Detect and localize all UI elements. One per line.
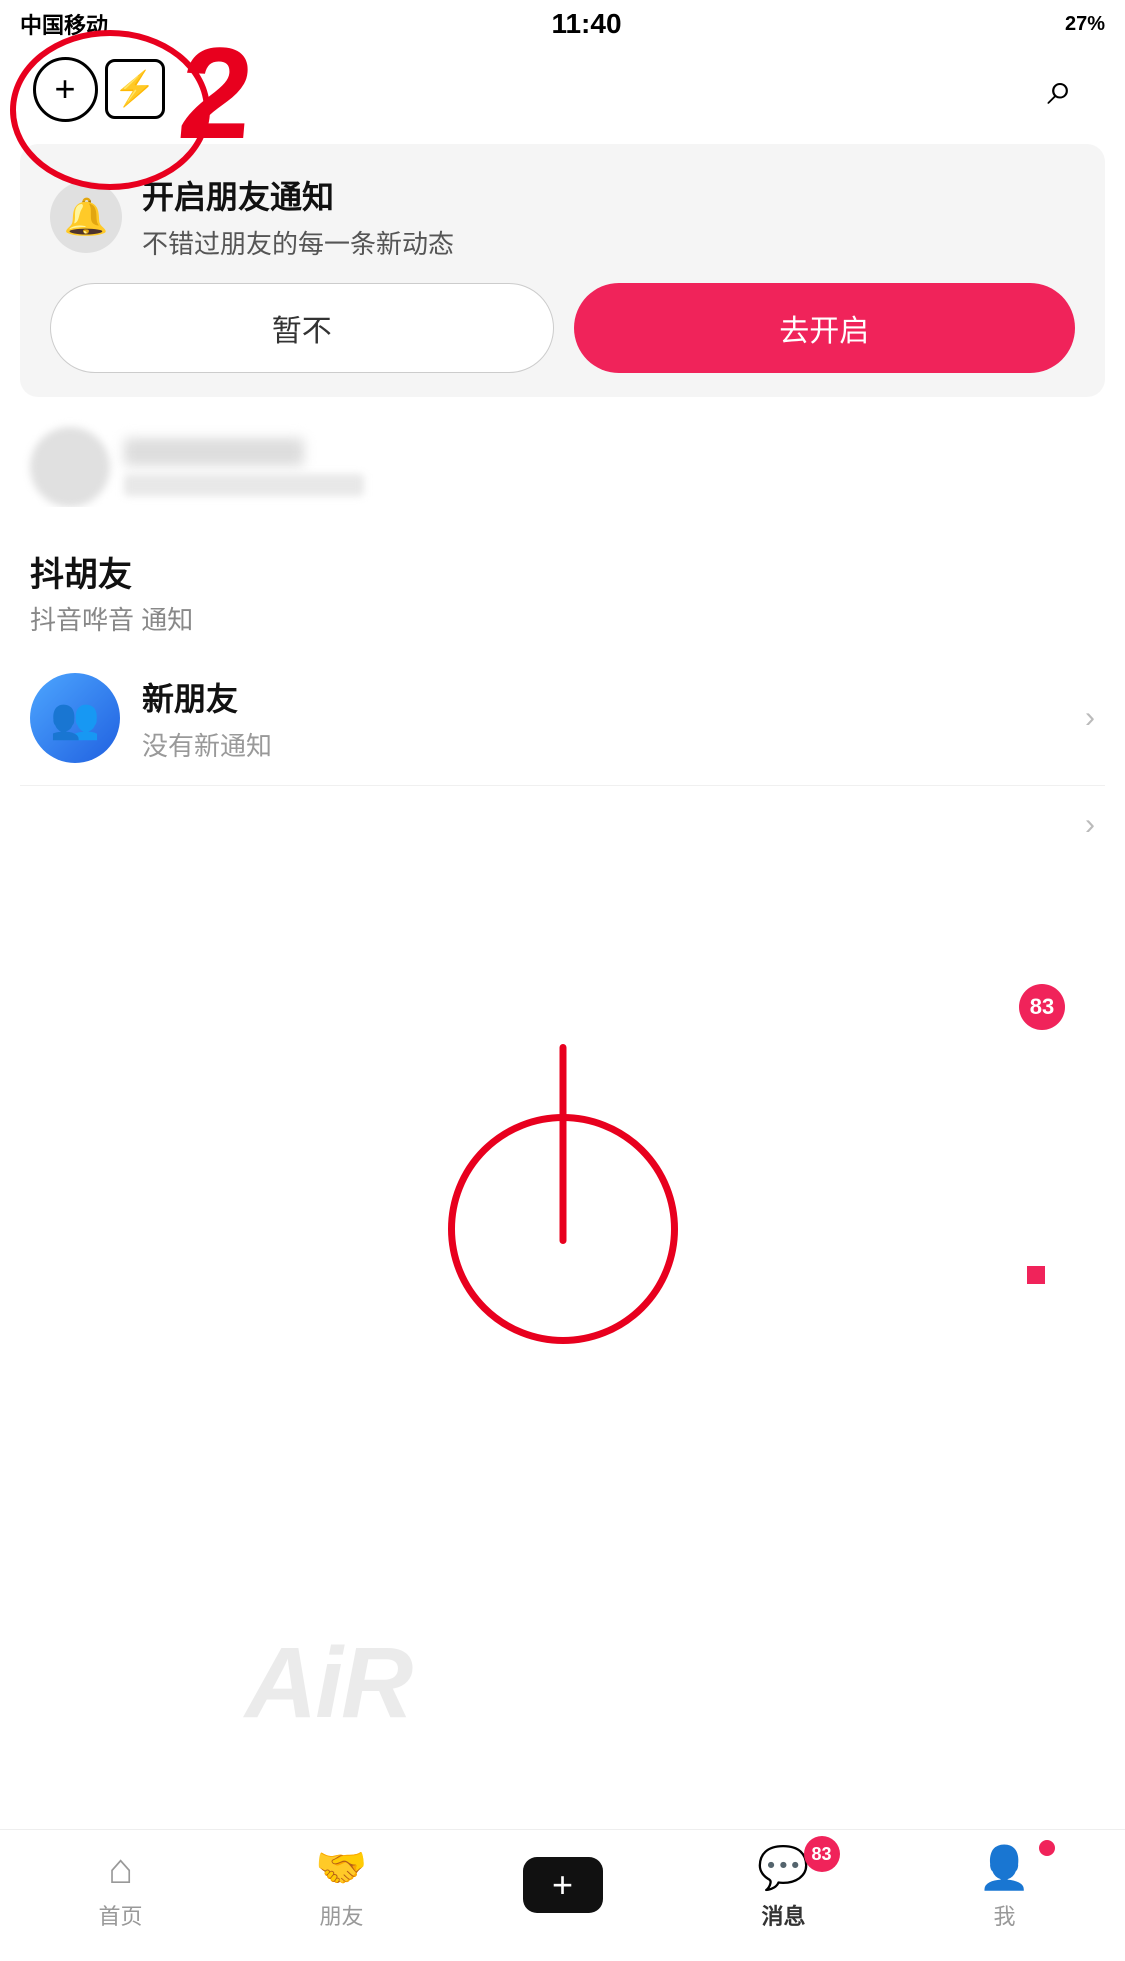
new-friends-title: 新朋友 xyxy=(142,674,1075,720)
bottom-spacer xyxy=(0,1364,1125,1564)
notification-buttons: 暂不 去开启 xyxy=(50,283,1075,373)
search-button[interactable]: ⌕ xyxy=(1025,54,1095,124)
nav-messages[interactable]: 💬 消息 83 xyxy=(724,1844,844,1931)
confirm-notification-button[interactable]: 去开启 xyxy=(574,283,1076,373)
floating-badge: 83 xyxy=(1019,984,1065,1030)
notification-header: 🔔 开启朋友通知 不错过朋友的每一条新动态 xyxy=(50,172,1075,261)
people-icon: 👥 xyxy=(50,695,100,742)
douyin-notice-label: 抖音哗音 通知 xyxy=(20,600,1105,651)
status-bar: 中国移动 11:40 27% xyxy=(0,0,1125,44)
content-area: 83 xyxy=(0,864,1125,1364)
new-friends-content: 新朋友 没有新通知 xyxy=(142,674,1075,763)
nav-home[interactable]: ⌂ 首页 xyxy=(61,1845,181,1931)
home-label: 首页 xyxy=(98,1899,142,1931)
notification-card: 🔔 开启朋友通知 不错过朋友的每一条新动态 暂不 去开启 xyxy=(20,144,1105,397)
partial-avatar xyxy=(30,427,110,507)
search-icon: ⌕ xyxy=(1047,61,1073,117)
me-icon: 👤 xyxy=(978,1844,1030,1893)
notification-desc: 不错过朋友的每一条新动态 xyxy=(142,224,454,261)
bottom-nav: ⌂ 首页 🤝 朋友 + 💬 消息 83 👤 我 xyxy=(0,1829,1125,1961)
battery-label: 27% xyxy=(1065,13,1105,36)
me-label: 我 xyxy=(993,1899,1015,1931)
douhuyou-section: 抖胡友 抖音哗音 通知 👥 新朋友 没有新通知 › › xyxy=(0,527,1125,864)
bell-icon: 🔔 xyxy=(64,196,109,238)
cancel-notification-button[interactable]: 暂不 xyxy=(50,283,554,373)
friends-icon: 🤝 xyxy=(315,1844,367,1893)
home-icon: ⌂ xyxy=(108,1845,133,1893)
new-friends-avatar: 👥 xyxy=(30,673,120,763)
bell-icon-wrap: 🔔 xyxy=(50,181,122,253)
nav-add[interactable]: + xyxy=(503,1857,623,1919)
lightning-icon: ⚡ xyxy=(105,59,165,119)
friends-label: 朋友 xyxy=(319,1899,363,1931)
lightning-button[interactable]: ⚡ xyxy=(100,54,170,124)
new-friends-item[interactable]: 👥 新朋友 没有新通知 › xyxy=(20,651,1105,786)
messages-badge: 83 xyxy=(804,1836,840,1872)
me-dot xyxy=(1039,1840,1055,1856)
top-nav: + ⚡ ⌕ xyxy=(0,44,1125,134)
partial-text-block xyxy=(124,438,1095,496)
red-circle-annotation-bottom xyxy=(448,1114,678,1344)
new-friends-subtitle: 没有新通知 xyxy=(142,726,1075,763)
douhuyou-label: 抖胡友 xyxy=(20,527,1105,600)
nav-friends[interactable]: 🤝 朋友 xyxy=(282,1844,402,1931)
partial-sub xyxy=(124,474,364,496)
chevron-right-icon: › xyxy=(1085,701,1095,735)
circle-plus-icon: + xyxy=(33,57,98,122)
second-list-item[interactable]: › xyxy=(20,786,1105,864)
messages-label: 消息 xyxy=(761,1899,805,1931)
add-button[interactable]: + xyxy=(30,54,100,124)
partial-name xyxy=(124,438,304,466)
air-watermark: AiR xyxy=(245,1626,411,1741)
notification-title: 开启朋友通知 xyxy=(142,172,454,218)
add-icon: + xyxy=(523,1857,603,1913)
nav-me-dot xyxy=(1027,1266,1045,1284)
time-label: 11:40 xyxy=(551,8,621,40)
nav-me[interactable]: 👤 我 xyxy=(945,1844,1065,1931)
chevron-right-icon-2: › xyxy=(1085,808,1095,842)
messages-icon: 💬 xyxy=(757,1844,809,1893)
partial-user-row xyxy=(20,417,1105,507)
notification-text: 开启朋友通知 不错过朋友的每一条新动态 xyxy=(142,172,454,261)
red-line-annotation xyxy=(559,1044,566,1244)
carrier-label: 中国移动 xyxy=(20,8,108,40)
